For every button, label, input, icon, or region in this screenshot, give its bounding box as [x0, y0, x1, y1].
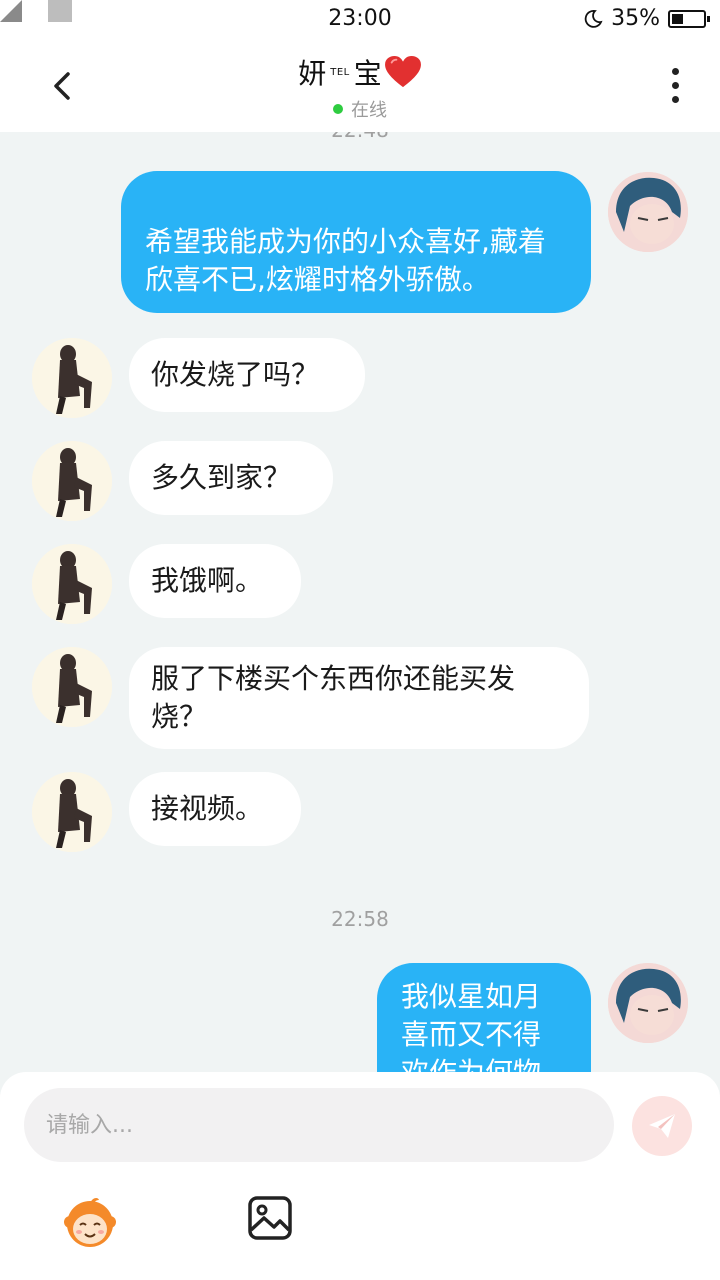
heart-icon [384, 55, 421, 88]
message-input-wrapper[interactable] [24, 1088, 614, 1162]
contact-avatar[interactable] [32, 441, 112, 521]
contact-avatar[interactable] [32, 544, 112, 624]
more-vertical-icon [672, 68, 679, 75]
message-bubble-received[interactable]: 我饿啊。 [129, 544, 301, 618]
image-icon [248, 1196, 292, 1240]
avatar-image [32, 338, 112, 418]
input-area [0, 1072, 720, 1280]
avatar-image [608, 172, 688, 252]
message-bubble-received[interactable]: 你发烧了吗？ [129, 338, 365, 412]
battery-icon [668, 9, 710, 28]
status-indicators: 35% [583, 6, 710, 31]
contact-avatar[interactable] [32, 647, 112, 727]
message-bubble-received[interactable]: 服了下楼买个东西你还能买发烧？ [129, 647, 589, 749]
send-icon [649, 1114, 675, 1138]
message-bubble-sent[interactable]: 希望我能成为你的小众喜好,藏着欣喜不已,炫耀时格外骄傲。 [121, 171, 591, 313]
message-bubble-received[interactable]: 多久到家？ [129, 441, 333, 515]
contact-avatar[interactable] [32, 338, 112, 418]
online-dot-icon [333, 104, 343, 114]
more-button[interactable] [660, 66, 690, 106]
avatar-image [32, 772, 112, 852]
more-dot [672, 82, 679, 89]
online-status: 在线 [0, 96, 720, 122]
sticker-button[interactable] [62, 1194, 118, 1250]
my-avatar[interactable] [608, 172, 688, 252]
monkey-emoji-icon [64, 1198, 116, 1247]
avatar-image [32, 441, 112, 521]
send-button[interactable] [632, 1096, 692, 1156]
more-dot [672, 96, 679, 103]
message-bubble-sent[interactable]: 我似星如月喜而又不得欢作为何物 [377, 963, 591, 1072]
status-bar: 23:00 35% [0, 0, 720, 38]
contact-info: 妍 TEL 宝 在线 [0, 52, 720, 122]
chat-area[interactable]: 22:48 希望我能成为你的小众喜好,藏着欣喜不已,炫耀时格外骄傲。 你发烧了吗… [0, 132, 720, 1072]
message-bubble-received[interactable]: 接视频。 [129, 772, 301, 846]
message-input[interactable] [44, 1111, 594, 1139]
timestamp: 22:58 [331, 907, 389, 931]
image-button[interactable] [246, 1194, 302, 1250]
battery-level [672, 13, 683, 24]
avatar-image [608, 963, 688, 1043]
chat-header: 妍 TEL 宝 在线 [0, 38, 720, 132]
contact-avatar[interactable] [32, 772, 112, 852]
timestamp: 22:48 [0, 132, 720, 142]
contact-name[interactable]: 妍 TEL 宝 [298, 52, 422, 92]
avatar-image [32, 544, 112, 624]
battery-percent: 35% [611, 6, 660, 31]
moon-icon [584, 9, 603, 28]
my-avatar[interactable] [608, 963, 688, 1043]
avatar-image [32, 647, 112, 727]
